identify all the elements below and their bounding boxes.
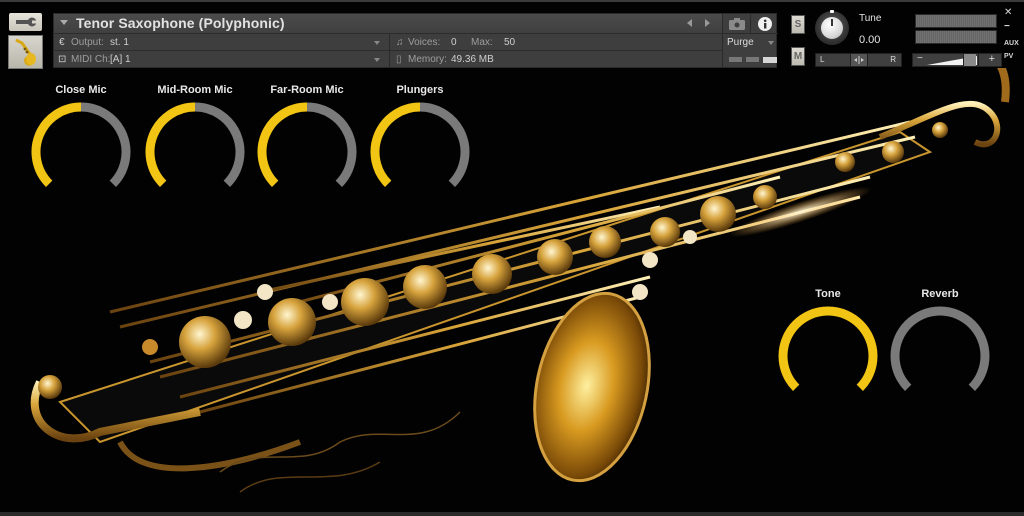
knob-track bbox=[194, 102, 245, 187]
memory-value: 49.36 MB bbox=[451, 54, 494, 65]
mute-button[interactable]: M bbox=[791, 47, 805, 66]
max-label: Max: bbox=[471, 37, 493, 48]
aux-button[interactable]: AUX bbox=[1004, 40, 1019, 47]
volume-plus[interactable]: + bbox=[989, 53, 995, 65]
memory-block bbox=[746, 57, 759, 62]
instrument-title[interactable]: Tenor Saxophone (Polyphonic) bbox=[76, 15, 285, 31]
pan-slider[interactable]: L R bbox=[815, 53, 902, 67]
knob-label: Far-Room Mic bbox=[270, 84, 344, 96]
tune-label: Tune bbox=[859, 13, 882, 24]
memory-block bbox=[763, 57, 777, 63]
minimize-button[interactable]: − bbox=[1004, 21, 1010, 32]
max-voices-value[interactable]: 50 bbox=[504, 34, 515, 51]
pv-button[interactable]: PV bbox=[1004, 53, 1013, 60]
voices-value: 0 bbox=[451, 37, 457, 48]
knob-track bbox=[80, 102, 131, 187]
knob-reverb[interactable]: Reverb bbox=[888, 288, 992, 404]
knob-value-arc bbox=[370, 102, 421, 187]
kontakt-instrument-panel: Tenor Saxophone (Polyphonic) € Output: s… bbox=[0, 0, 1024, 516]
volume-slider[interactable]: − + bbox=[912, 53, 1002, 67]
midi-select[interactable]: [A] 1 bbox=[110, 51, 131, 68]
camera-icon bbox=[728, 17, 745, 30]
voices-label: Voices: bbox=[408, 37, 441, 48]
knob-arc[interactable] bbox=[29, 100, 133, 200]
output-select[interactable]: st. 1 bbox=[110, 34, 129, 51]
knob-label: Close Mic bbox=[55, 84, 107, 96]
midi-row: ⊡ MIDI Ch: [A] 1 ▯ Memory: 49.36 MB bbox=[54, 51, 722, 68]
knob-track bbox=[890, 306, 990, 391]
midi-dropdown-icon[interactable] bbox=[374, 58, 380, 62]
pan-center-icon bbox=[854, 56, 864, 64]
knob-track bbox=[419, 102, 470, 187]
knob-arc[interactable] bbox=[888, 304, 992, 404]
volume-minus[interactable]: − bbox=[917, 53, 923, 64]
volume-handle[interactable] bbox=[963, 54, 976, 66]
knob-label: Plungers bbox=[396, 84, 444, 96]
tune-value[interactable]: 0.00 bbox=[859, 34, 880, 46]
output-row: € Output: st. 1 ♫ Voices: 0 Max: 50 bbox=[54, 34, 722, 51]
purge-dropdown-icon[interactable] bbox=[768, 41, 774, 45]
pan-handle[interactable] bbox=[850, 54, 868, 66]
prev-arrow-icon[interactable] bbox=[687, 19, 692, 27]
voices-icon: ♫ bbox=[396, 37, 404, 48]
next-arrow-icon[interactable] bbox=[705, 19, 710, 27]
header-right-panel: Purge bbox=[722, 14, 778, 67]
memory-label: Memory: bbox=[408, 54, 447, 65]
knob-far-room-mic[interactable]: Far-Room Mic bbox=[255, 84, 359, 200]
midi-label: MIDI Ch: bbox=[71, 54, 111, 65]
output-icon: € bbox=[59, 37, 65, 48]
saxophone-icon bbox=[14, 38, 36, 66]
tune-knob-cap bbox=[821, 17, 843, 39]
knob-label: Tone bbox=[815, 288, 841, 300]
knob-tone[interactable]: Tone bbox=[776, 288, 880, 404]
knob-label: Mid-Room Mic bbox=[157, 84, 233, 96]
instrument-header: Tenor Saxophone (Polyphonic) € Output: s… bbox=[53, 13, 778, 68]
collapse-arrow-icon[interactable] bbox=[60, 20, 68, 25]
level-meter-right bbox=[915, 30, 997, 44]
output-label: Output: bbox=[71, 37, 104, 48]
solo-button[interactable]: S bbox=[791, 15, 805, 34]
knob-value-arc bbox=[145, 102, 196, 187]
pan-right-label: R bbox=[890, 55, 896, 64]
divider bbox=[978, 54, 979, 66]
knob-arc[interactable] bbox=[255, 100, 359, 200]
knob-plungers[interactable]: Plungers bbox=[368, 84, 472, 200]
knob-value-arc bbox=[257, 102, 308, 187]
knob-close-mic[interactable]: Close Mic bbox=[29, 84, 133, 200]
knob-label: Reverb bbox=[921, 288, 959, 300]
tune-knob[interactable] bbox=[815, 10, 849, 45]
pan-left-label: L bbox=[820, 55, 825, 64]
memory-indicator bbox=[729, 57, 777, 63]
info-icon bbox=[757, 16, 772, 31]
knob-mid-room-mic[interactable]: Mid-Room Mic bbox=[143, 84, 247, 200]
close-button[interactable]: ✕ bbox=[1004, 7, 1012, 18]
knob-track bbox=[306, 102, 357, 187]
knob-arc[interactable] bbox=[368, 100, 472, 200]
level-meter-left bbox=[915, 14, 997, 28]
divider bbox=[389, 34, 390, 68]
snapshot-button[interactable] bbox=[723, 14, 751, 34]
knob-arc[interactable] bbox=[143, 100, 247, 200]
knob-value-arc bbox=[31, 102, 82, 187]
tune-indicator bbox=[830, 10, 834, 13]
memory-icon: ▯ bbox=[396, 54, 402, 65]
purge-menu[interactable]: Purge bbox=[727, 37, 754, 48]
info-button[interactable] bbox=[751, 14, 778, 34]
midi-icon: ⊡ bbox=[58, 54, 67, 65]
knob-value-arc bbox=[778, 306, 878, 391]
wrench-icon bbox=[15, 17, 38, 27]
wrench-button[interactable] bbox=[9, 13, 42, 31]
output-dropdown-icon[interactable] bbox=[374, 41, 380, 45]
title-bar: Tenor Saxophone (Polyphonic) bbox=[54, 14, 722, 34]
instrument-icon-button[interactable] bbox=[8, 35, 43, 69]
memory-block bbox=[729, 57, 742, 62]
knob-arc[interactable] bbox=[776, 304, 880, 404]
